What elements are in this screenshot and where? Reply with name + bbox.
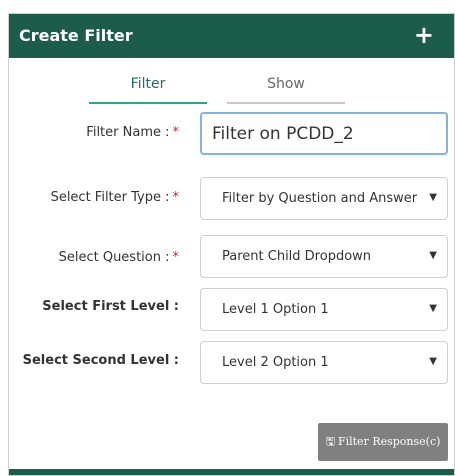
chevron-down-icon: ▼ xyxy=(429,192,437,203)
filter-response-label: Filter Response(c) xyxy=(337,434,441,448)
filter-type-label: Select Filter Type : * xyxy=(50,190,180,205)
filter-name-input[interactable] xyxy=(200,112,448,155)
question-label: Select Question : * xyxy=(58,250,180,265)
plus-icon[interactable]: + xyxy=(414,23,434,47)
required-mark: * xyxy=(172,125,180,140)
first-level-value: Level 1 Option 1 xyxy=(222,302,329,317)
question-value: Parent Child Dropdown xyxy=(222,249,372,264)
chevron-down-icon: ▼ xyxy=(429,356,437,367)
question-select[interactable]: Parent Child Dropdown ▼ xyxy=(200,235,448,278)
required-mark: * xyxy=(172,250,180,265)
first-level-label: Select First Level : xyxy=(42,299,179,314)
save-icon: 🖫 xyxy=(325,434,335,448)
required-mark: * xyxy=(172,190,180,205)
first-level-select[interactable]: Level 1 Option 1 ▼ xyxy=(200,288,448,331)
second-level-select[interactable]: Level 2 Option 1 ▼ xyxy=(200,341,448,384)
second-level-value: Level 2 Option 1 xyxy=(222,355,329,370)
create-filter-panel: Create Filter + Filter Show Filter Name … xyxy=(8,13,455,476)
chevron-down-icon: ▼ xyxy=(429,303,437,314)
panel-header: Create Filter + xyxy=(9,14,454,58)
panel-footer-strip xyxy=(9,469,454,475)
panel-title: Create Filter xyxy=(19,26,133,45)
filter-type-value: Filter by Question and Answer xyxy=(222,191,418,206)
filter-name-label: Filter Name : * xyxy=(86,125,180,140)
filter-response-button[interactable]: 🖫 Filter Response(c) xyxy=(318,423,448,461)
filter-type-select[interactable]: Filter by Question and Answer ▼ xyxy=(200,177,448,220)
second-level-label: Select Second Level : xyxy=(22,353,179,368)
tab-show[interactable]: Show xyxy=(227,76,345,104)
chevron-down-icon: ▼ xyxy=(429,250,437,261)
tab-filter[interactable]: Filter xyxy=(89,76,207,104)
